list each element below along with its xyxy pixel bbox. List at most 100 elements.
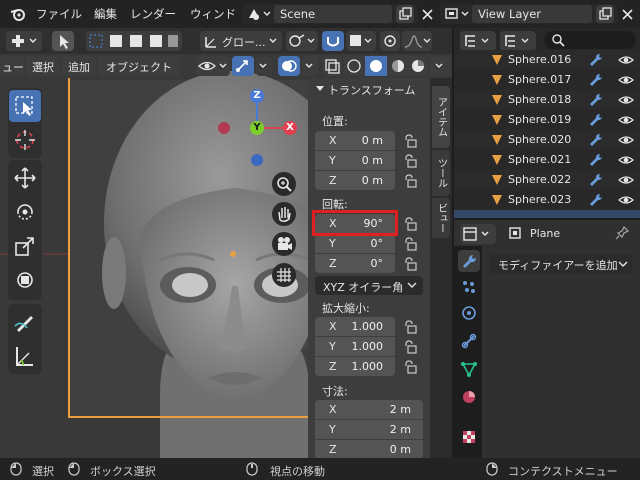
outliner-search-input[interactable]: [544, 31, 636, 49]
outliner-row[interactable]: Sphere.020: [454, 130, 640, 150]
copy-view-layer-icon[interactable]: [596, 5, 614, 23]
texture-tab-icon[interactable]: [458, 426, 480, 448]
modifier-tab-wrench-icon[interactable]: [458, 250, 480, 272]
outliner-row[interactable]: Sphere.023: [454, 190, 640, 210]
rotation-z-field[interactable]: Z 0°: [315, 254, 395, 273]
dimensions-z-field[interactable]: Z 0 m: [315, 440, 423, 459]
lock-icon[interactable]: [402, 359, 418, 375]
eye-visibility-icon[interactable]: [618, 132, 634, 148]
move-tool-icon[interactable]: [9, 162, 41, 194]
lock-icon[interactable]: [402, 256, 418, 272]
transform-orientation-dropdown[interactable]: グロー...: [200, 31, 282, 51]
gizmo-z-axis[interactable]: Z: [250, 89, 264, 103]
outliner-active-row-partial[interactable]: [454, 210, 640, 218]
select-cursor-tool-icon[interactable]: [52, 31, 74, 51]
rotation-mode-dropdown[interactable]: XYZ オイラー角: [315, 276, 423, 295]
constraints-tab-icon[interactable]: [458, 330, 480, 352]
scale-z-field[interactable]: Z 1.000: [315, 357, 395, 376]
shading-dropdown[interactable]: [430, 56, 450, 76]
eye-visibility-icon[interactable]: [618, 192, 634, 208]
display-mode-dropdown[interactable]: [500, 31, 536, 51]
lock-icon[interactable]: [402, 339, 418, 355]
overlays-dropdown[interactable]: [302, 56, 318, 76]
modifier-wrench-icon[interactable]: [588, 92, 604, 108]
eye-visibility-icon[interactable]: [618, 92, 634, 108]
modifier-wrench-icon[interactable]: [588, 112, 604, 128]
gizmo-toggle-icon[interactable]: [232, 56, 254, 76]
zoom-icon[interactable]: [272, 172, 296, 196]
modifier-wrench-icon[interactable]: [588, 52, 604, 68]
view-layer-icon[interactable]: [444, 6, 470, 22]
object-menu[interactable]: オブジェクト: [98, 56, 180, 76]
rotate-tool-icon[interactable]: [9, 196, 41, 228]
eye-visibility-icon[interactable]: [618, 112, 634, 128]
scale-y-field[interactable]: Y 1.000: [315, 337, 395, 356]
dimensions-x-field[interactable]: X 2 m: [315, 400, 423, 419]
close-view-layer-icon[interactable]: [620, 7, 636, 21]
outliner-row[interactable]: Sphere.017: [454, 70, 640, 90]
pin-icon[interactable]: [614, 225, 630, 241]
select-menu[interactable]: 選択: [26, 56, 60, 76]
close-scene-icon[interactable]: [420, 7, 436, 21]
outliner-row[interactable]: Sphere.022: [454, 170, 640, 190]
outliner-row[interactable]: Sphere.018: [454, 90, 640, 110]
lock-icon[interactable]: [402, 153, 418, 169]
outliner-row[interactable]: Sphere.016: [454, 50, 640, 70]
object-data-tab-icon[interactable]: [458, 358, 480, 380]
menu-edit[interactable]: 編集: [94, 6, 117, 22]
view-layer-name-field[interactable]: View Layer: [472, 5, 592, 23]
modifier-wrench-icon[interactable]: [588, 172, 604, 188]
lock-icon[interactable]: [402, 133, 418, 149]
select-mode-buttons[interactable]: [86, 31, 182, 51]
scale-x-field[interactable]: X 1.000: [315, 317, 395, 336]
pan-hand-icon[interactable]: [272, 202, 296, 226]
tab-item[interactable]: アイテム: [432, 86, 450, 148]
material-tab-icon[interactable]: [458, 386, 480, 408]
copy-scene-icon[interactable]: [396, 5, 414, 23]
scene-icon[interactable]: [246, 6, 272, 22]
falloff-dropdown[interactable]: [402, 31, 432, 51]
lock-icon[interactable]: [402, 173, 418, 189]
scale-tool-icon[interactable]: [9, 230, 41, 262]
location-z-field[interactable]: Z 0 m: [315, 171, 395, 190]
annotate-tool-icon[interactable]: [9, 306, 41, 338]
transform-tool-icon[interactable]: [9, 264, 41, 296]
modifier-wrench-icon[interactable]: [588, 72, 604, 88]
snap-target-dropdown[interactable]: [346, 31, 376, 51]
gizmo-x-axis[interactable]: X: [283, 121, 297, 135]
gizmo-y-axis[interactable]: Y: [250, 121, 264, 135]
eye-visibility-icon[interactable]: [618, 152, 634, 168]
menu-window[interactable]: ウィンド: [190, 6, 236, 22]
scene-name-field[interactable]: Scene: [274, 5, 392, 23]
physics-tab-icon[interactable]: [458, 302, 480, 324]
location-y-field[interactable]: Y 0 m: [315, 151, 395, 170]
proportional-edit-icon[interactable]: [380, 31, 400, 51]
tab-tool[interactable]: ツール: [432, 150, 450, 196]
properties-editor-type-button[interactable]: [460, 224, 496, 244]
view-menu[interactable]: ュー: [0, 56, 24, 76]
outliner-row[interactable]: Sphere.019: [454, 110, 640, 130]
transform-panel-header[interactable]: トランスフォーム: [308, 78, 430, 100]
select-box-tool-icon[interactable]: [9, 90, 41, 122]
overlays-toggle-icon[interactable]: [278, 56, 300, 76]
menu-render[interactable]: レンダー: [130, 6, 176, 22]
xray-toggle-icon[interactable]: [322, 56, 342, 76]
editor-type-button[interactable]: [6, 31, 42, 51]
gizmo-dropdown[interactable]: [256, 56, 272, 76]
pivot-point-dropdown[interactable]: [286, 31, 318, 51]
measure-tool-icon[interactable]: [9, 340, 41, 372]
camera-icon[interactable]: [272, 232, 296, 256]
modifier-wrench-icon[interactable]: [588, 192, 604, 208]
dimensions-y-field[interactable]: Y 2 m: [315, 420, 423, 439]
particles-tab-icon[interactable]: [458, 276, 480, 298]
outliner-editor-type-button[interactable]: [460, 31, 496, 51]
tab-view[interactable]: ビュー: [432, 198, 450, 238]
blender-logo-icon[interactable]: [10, 6, 26, 22]
lock-icon[interactable]: [402, 216, 418, 232]
lock-icon[interactable]: [402, 319, 418, 335]
rotation-y-field[interactable]: Y 0°: [315, 234, 395, 253]
add-modifier-dropdown[interactable]: モディファイアーを追加: [490, 254, 632, 274]
cursor-tool-icon[interactable]: [9, 124, 41, 156]
eye-visibility-icon[interactable]: [618, 52, 634, 68]
snap-toggle-icon[interactable]: [322, 31, 344, 51]
